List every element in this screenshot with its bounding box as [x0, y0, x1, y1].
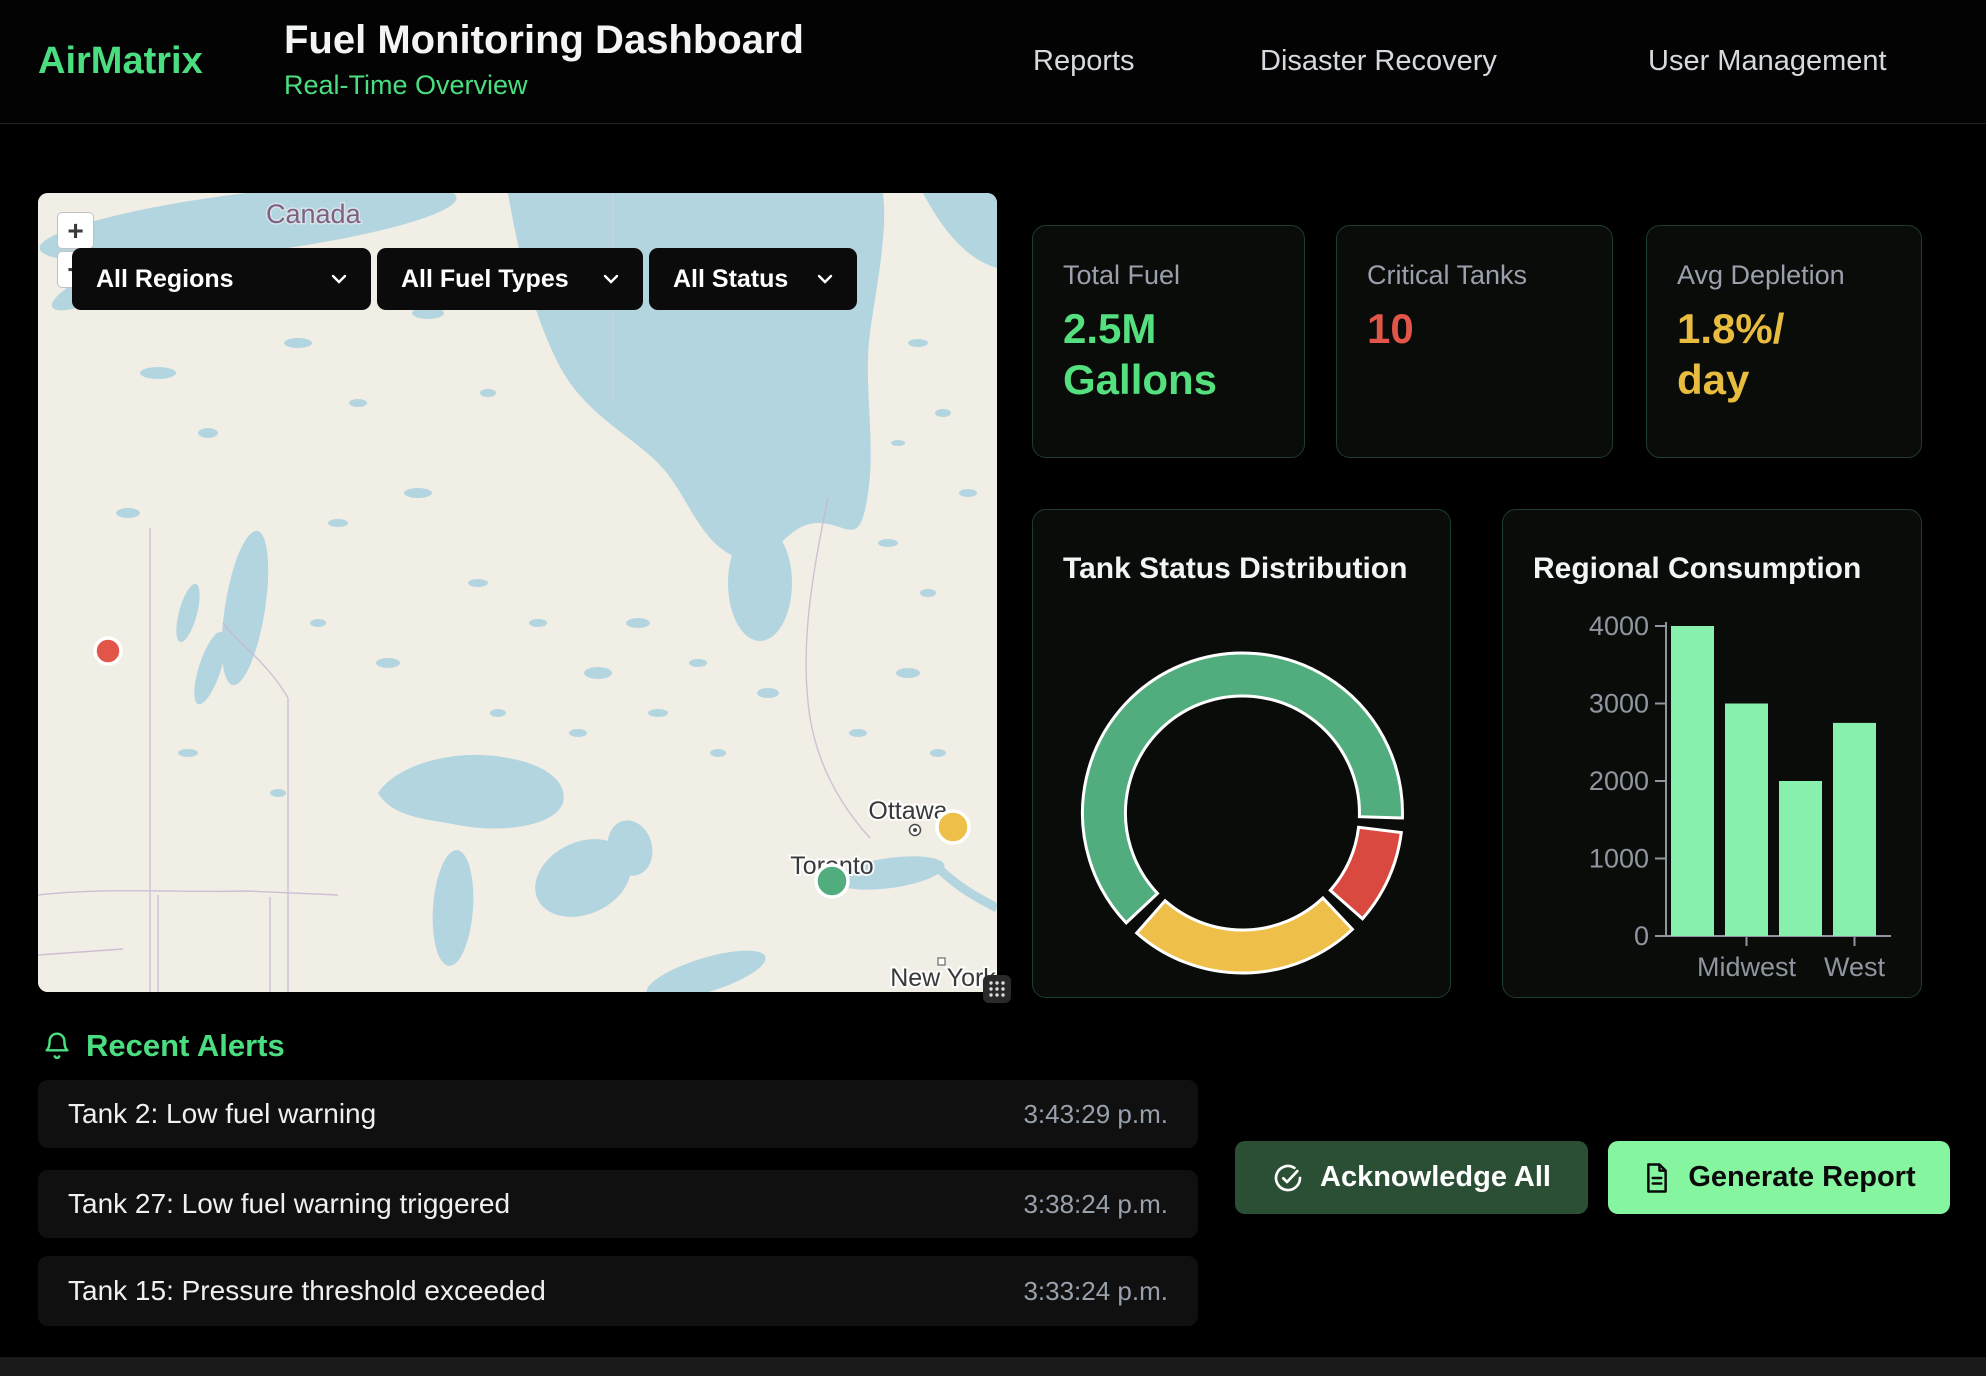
svg-text:West: West — [1824, 952, 1886, 982]
tank-status-distribution-card: Tank Status Distribution — [1032, 509, 1451, 998]
report-document-icon — [1642, 1162, 1672, 1194]
map-zoom-in-button[interactable]: + — [57, 212, 94, 249]
alert-row: Tank 2: Low fuel warning 3:43:29 p.m. — [38, 1080, 1198, 1148]
alert-timestamp: 3:33:24 p.m. — [1023, 1276, 1168, 1307]
tank-marker-normal[interactable] — [816, 865, 848, 897]
map-label-new-york: New York — [890, 964, 996, 992]
svg-text:Midwest: Midwest — [1697, 952, 1797, 982]
app-header: AirMatrix Fuel Monitoring Dashboard Real… — [0, 0, 1986, 124]
alert-text: Tank 2: Low fuel warning — [68, 1098, 376, 1130]
chevron-down-icon — [603, 274, 619, 284]
stat-value: 1.8%/ day — [1677, 303, 1891, 405]
tank-marker-critical[interactable] — [95, 638, 121, 664]
alert-timestamp: 3:38:24 p.m. — [1023, 1189, 1168, 1220]
status-filter-dropdown[interactable]: All Status — [649, 248, 857, 310]
stat-card-critical-tanks: Critical Tanks 10 — [1336, 225, 1613, 458]
check-circle-icon — [1272, 1162, 1304, 1194]
bar-region-3 — [1833, 723, 1876, 936]
map-drag-handle-icon[interactable] — [983, 975, 1011, 1003]
stat-label: Total Fuel — [1063, 260, 1274, 291]
map-filter-bar: All Regions All Fuel Types All Status — [72, 248, 857, 310]
stat-label: Avg Depletion — [1677, 260, 1891, 291]
svg-text:3000: 3000 — [1589, 689, 1649, 719]
tank-status-donut-chart — [1033, 510, 1452, 999]
footer-bar — [0, 1357, 1986, 1376]
donut-segment-warning — [1137, 898, 1353, 973]
donut-segment-critical — [1330, 827, 1401, 919]
map-canvas: Canada Ottawa Toronto New York — [38, 193, 997, 992]
alert-row: Tank 27: Low fuel warning triggered 3:38… — [38, 1170, 1198, 1238]
nav-item-reports[interactable]: Reports — [1033, 45, 1135, 78]
alerts-title: Recent Alerts — [86, 1028, 285, 1064]
page-subtitle: Real-Time Overview — [284, 70, 804, 101]
alert-text: Tank 27: Low fuel warning triggered — [68, 1188, 510, 1220]
brand-logo: AirMatrix — [38, 40, 203, 83]
generate-report-button[interactable]: Generate Report — [1608, 1141, 1950, 1214]
regional-consumption-card: Regional Consumption 01000200030004000Mi… — [1502, 509, 1922, 998]
dashboard-page: AirMatrix Fuel Monitoring Dashboard Real… — [0, 0, 1986, 1376]
title-block: Fuel Monitoring Dashboard Real-Time Over… — [284, 18, 804, 101]
svg-text:4000: 4000 — [1589, 611, 1649, 641]
bell-icon — [42, 1030, 72, 1062]
stat-value-line: 1.8%/ — [1677, 303, 1891, 354]
stat-value: 2.5M Gallons — [1063, 303, 1274, 405]
svg-text:0: 0 — [1634, 921, 1649, 951]
map-label-ottawa: Ottawa — [868, 797, 947, 825]
generate-report-label: Generate Report — [1688, 1161, 1915, 1194]
region-filter-dropdown[interactable]: All Regions — [72, 248, 371, 310]
stat-value-line: 10 — [1367, 303, 1582, 354]
bar-region-2 — [1779, 781, 1822, 936]
bar-region-0 — [1671, 626, 1714, 936]
stat-card-avg-depletion: Avg Depletion 1.8%/ day — [1646, 225, 1922, 458]
region-filter-value: All Regions — [96, 265, 234, 294]
stat-value-line: 2.5M — [1063, 303, 1274, 354]
stat-value-line: Gallons — [1063, 354, 1274, 405]
tank-marker-warning[interactable] — [937, 811, 969, 843]
alert-row: Tank 15: Pressure threshold exceeded 3:3… — [38, 1256, 1198, 1326]
svg-text:1000: 1000 — [1589, 844, 1649, 874]
page-title: Fuel Monitoring Dashboard — [284, 18, 804, 62]
stat-value: 10 — [1367, 303, 1582, 354]
fuel-type-filter-dropdown[interactable]: All Fuel Types — [377, 248, 643, 310]
stat-label: Critical Tanks — [1367, 260, 1582, 291]
fuel-type-filter-value: All Fuel Types — [401, 265, 569, 294]
fuel-map[interactable]: Canada Ottawa Toronto New York + − All R… — [38, 193, 997, 992]
stat-value-line: day — [1677, 354, 1891, 405]
acknowledge-all-button[interactable]: Acknowledge All — [1235, 1141, 1588, 1214]
svg-text:2000: 2000 — [1589, 766, 1649, 796]
bar-region-1 — [1725, 704, 1768, 937]
nav-item-user-management[interactable]: User Management — [1648, 45, 1887, 78]
chevron-down-icon — [331, 274, 347, 284]
alerts-header: Recent Alerts — [42, 1028, 285, 1064]
chevron-down-icon — [817, 274, 833, 284]
acknowledge-all-label: Acknowledge All — [1320, 1161, 1551, 1194]
regional-consumption-bar-chart: 0 1000 2000 3000 4000 Midwest West — [1503, 510, 1923, 999]
alert-text: Tank 15: Pressure threshold exceeded — [68, 1275, 546, 1307]
alert-timestamp: 3:43:29 p.m. — [1023, 1099, 1168, 1130]
map-label-canada: Canada — [266, 199, 362, 229]
nav-item-disaster-recovery[interactable]: Disaster Recovery — [1260, 45, 1497, 78]
status-filter-value: All Status — [673, 265, 788, 294]
stat-card-total-fuel: Total Fuel 2.5M Gallons — [1032, 225, 1305, 458]
ottawa-city-symbol — [910, 825, 921, 836]
